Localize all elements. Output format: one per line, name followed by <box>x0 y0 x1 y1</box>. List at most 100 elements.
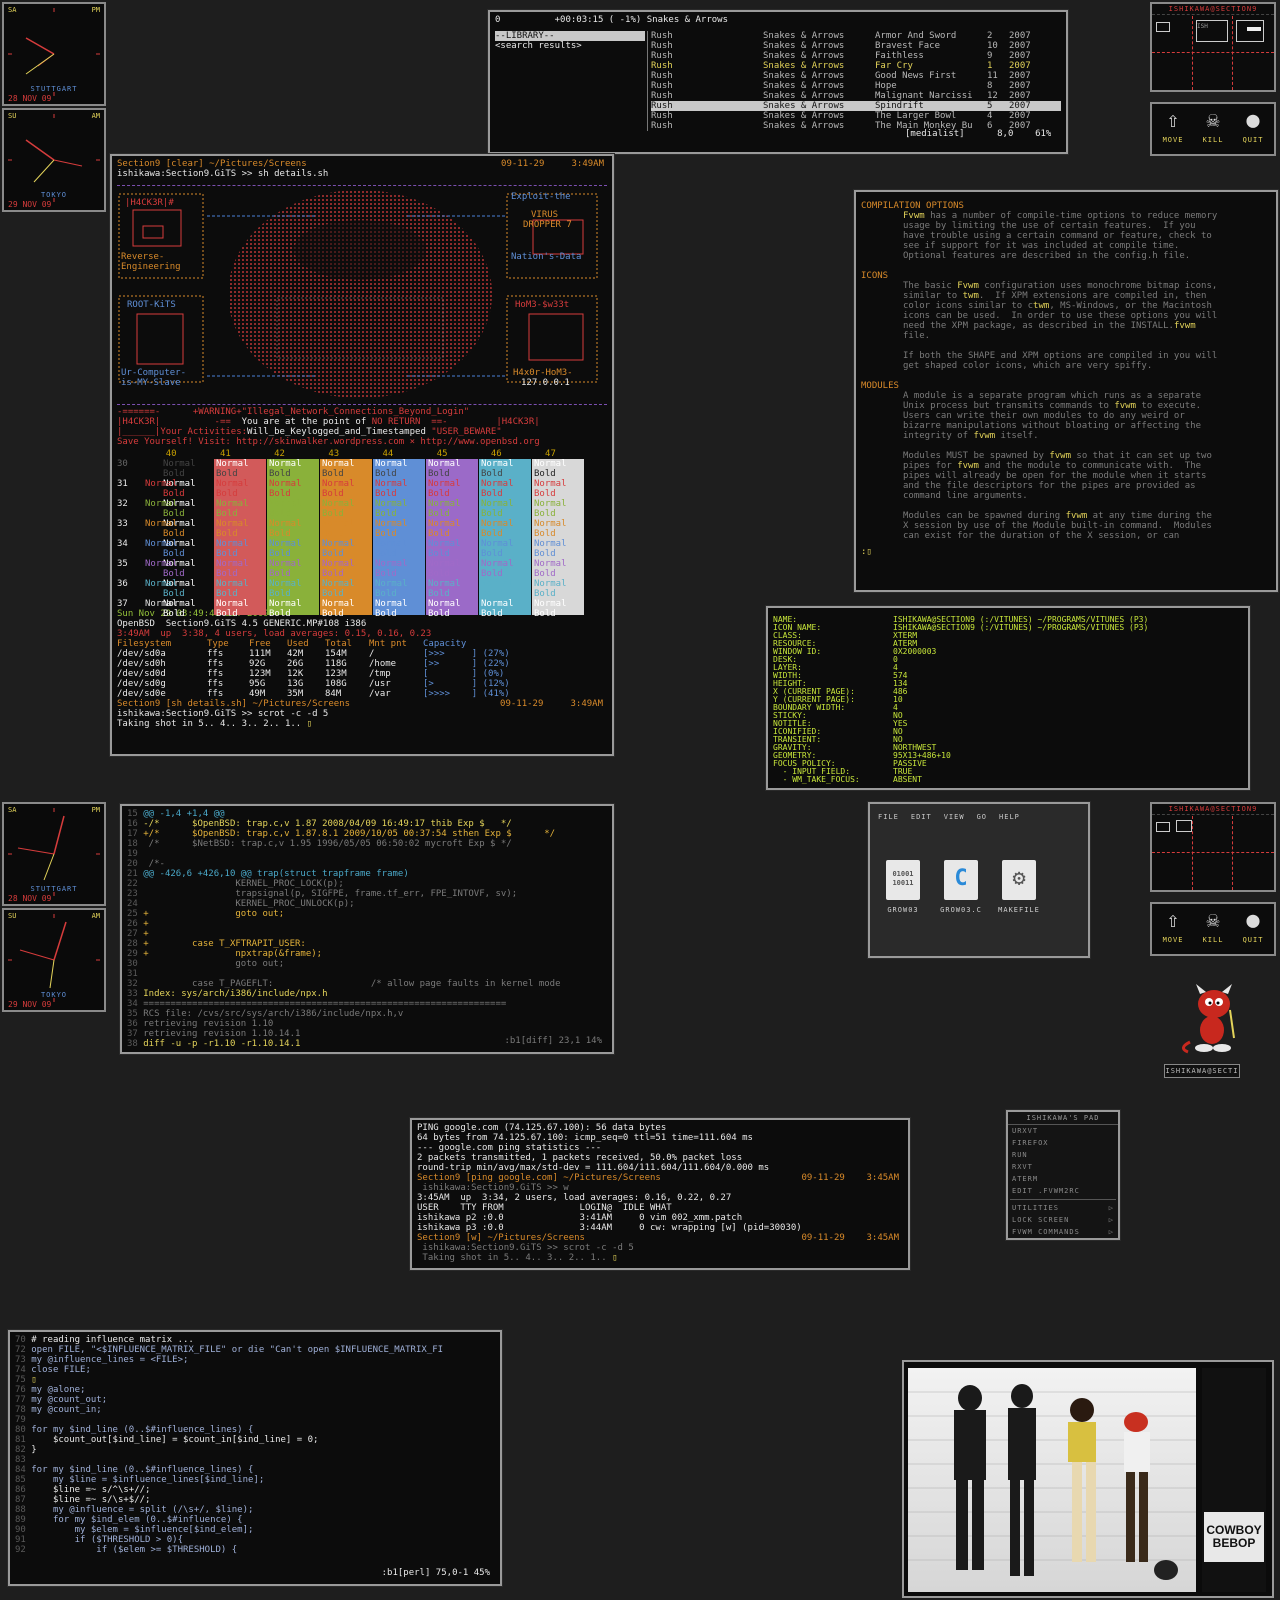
color-cell-bold: Bold <box>428 529 450 539</box>
vim-perl-window[interactable]: 70 # reading influence matrix ... 72 ope… <box>8 1330 502 1586</box>
menu-item[interactable]: EDIT .FVWM2RC <box>1008 1185 1118 1197</box>
track-row[interactable]: Rush Snakes & Arrows Armor And Sword 2 2007 <box>651 31 1061 41</box>
color-table: 40 41 42 43 44 45 46 47 Normal Bold Normal… <box>117 449 607 619</box>
bar-time: 3:45AM <box>866 1233 899 1243</box>
section-body: A module is a separate program which run… <box>861 391 1271 541</box>
box-ur-computer: Ur-Computer- <box>121 368 187 378</box>
bsd-daemon-icon[interactable] <box>1168 982 1258 1058</box>
track-field: Rush <box>651 51 673 61</box>
ident-value: 95X13+486+10 <box>893 752 951 760</box>
file-item[interactable]: 01001 10011 GROW03 <box>876 860 930 914</box>
color-cell-bold: Bold <box>322 569 344 579</box>
man-page-window[interactable]: COMPILATION OPTIONS Fvwm has a number of… <box>854 190 1278 592</box>
music-player-window[interactable]: 0 +00:03:15 ( -1%) Snakes & Arrows --LIB… <box>488 10 1068 154</box>
doc-line: Optional features are described in the c… <box>903 251 1191 261</box>
menu-view[interactable]: VIEW <box>944 813 965 821</box>
ident-key: ICON NAME: <box>773 624 822 632</box>
submenu-item[interactable]: UTILITIES ▷ <box>1008 1202 1118 1214</box>
doc-line: X session by use of the Module built-in … <box>903 521 1212 531</box>
color-cell-normal: Normal <box>375 579 408 589</box>
vim-diff-window[interactable]: 15 @@ -1,4 +1,4 @@ 16 -/* $OpenBSD: trap.… <box>120 804 614 1054</box>
df-cell: Used <box>287 639 309 649</box>
diff-text: goto out; <box>143 959 285 969</box>
warning-line-1: -======- +WARNING+"Illegal_Network_Conne… <box>117 407 470 417</box>
file-item[interactable]: ⚙ MAKEFILE <box>992 860 1046 914</box>
track-row[interactable]: Rush Snakes & Arrows Faithless 9 2007 <box>651 51 1061 61</box>
menu-item[interactable]: RUN <box>1008 1149 1118 1161</box>
color-cell-normal: Normal <box>481 579 514 589</box>
line-number: 32 <box>127 979 144 989</box>
kill-button[interactable]: ☠ KILL <box>1194 106 1232 150</box>
terminal-ping[interactable]: PING google.com (74.125.67.100): 56 data… <box>410 1118 910 1270</box>
ping-line: 64 bytes from 74.125.67.100: icmp_seq=0 … <box>417 1133 753 1143</box>
track-row[interactable]: Rush Snakes & Arrows Bravest Face 10 2007 <box>651 41 1061 51</box>
box-home-sweet: HoM3-$w33t <box>515 300 570 310</box>
menu-file[interactable]: FILE <box>878 813 899 821</box>
color-cell-normal: Normal <box>534 499 567 509</box>
kill-button[interactable]: ☠ KILL <box>1194 906 1232 950</box>
perl-buffer[interactable]: 72 open FILE, "<$INFLUENCE_MATRIX_FILE" … <box>15 1345 495 1555</box>
track-list[interactable]: Rush Snakes & Arrows Armor And Sword 2 2007 R… <box>651 31 1061 131</box>
pager-window[interactable] <box>1156 22 1170 32</box>
warn-beware: "USER_BEWARE" <box>431 427 502 437</box>
color-cell-normal: Normal <box>269 579 302 589</box>
pager-window[interactable]: ISH <box>1196 20 1228 42</box>
library-pane[interactable]: --LIBRARY-- <search results> <box>495 31 645 51</box>
color-cell-bold: Bold <box>216 549 238 559</box>
bar-date: 09-11-29 <box>801 1233 845 1243</box>
pager-window[interactable] <box>1156 822 1170 832</box>
track-field: Armor And Sword <box>875 31 957 41</box>
terminal-details[interactable]: Section9 [clear] ~/Pictures/Screens 09-1… <box>110 154 614 756</box>
pager-window[interactable] <box>1236 20 1264 42</box>
track-row[interactable]: Rush Snakes & Arrows The Larger Bowl 4 2007 <box>651 111 1061 121</box>
menu-item[interactable]: RXVT <box>1008 1161 1118 1173</box>
file-item[interactable]: C GROW03.C <box>934 860 988 914</box>
submenu-item[interactable]: FVWM COMMANDS ▷ <box>1008 1226 1118 1238</box>
desk-pager-2[interactable]: ISHIKAWA@SECTION9 <box>1150 802 1276 892</box>
track-field: Snakes & Arrows <box>763 121 845 131</box>
code-text: $line =~ s/\s+$//; <box>31 1495 151 1505</box>
diff-line: 29 + npxtrap(&frame); <box>127 949 607 959</box>
track-row[interactable]: Rush Snakes & Arrows Far Cry 1 2007 <box>651 61 1061 71</box>
pager-window[interactable] <box>1176 820 1192 832</box>
track-row[interactable]: Rush Snakes & Arrows Hope 8 2007 <box>651 81 1061 91</box>
move-button[interactable]: ⇧ MOVE <box>1154 106 1192 150</box>
menu-edit[interactable]: EDIT <box>911 813 932 821</box>
menu-help[interactable]: HELP <box>999 813 1020 821</box>
submenu-item[interactable]: LOCK SCREEN ▷ <box>1008 1214 1118 1226</box>
library-item[interactable]: <search results> <box>495 41 645 51</box>
color-cell-normal: Normal <box>375 519 408 529</box>
quit-button[interactable]: ● QUIT <box>1234 906 1272 950</box>
file-manager-window[interactable]: FILE EDIT VIEW GO HELP 01001 10011 GROW03 C GRO… <box>868 802 1090 958</box>
track-row[interactable]: Rush Snakes & Arrows Spindrift 5 2007 <box>651 101 1061 111</box>
pager-prompt[interactable]: :▯ <box>861 547 1271 557</box>
library-item[interactable]: --LIBRARY-- <box>495 31 645 41</box>
code-text: my $line = $influence_lines[$ind_line]; <box>31 1475 265 1485</box>
ident-row: NAME: ISHIKAWA@SECTION9 (:/VITUNES) ~/PRO… <box>773 616 1243 624</box>
track-row[interactable]: Rush Snakes & Arrows Good News First 11 2007 <box>651 71 1061 81</box>
doc-line <box>903 441 1271 451</box>
track-field: Snakes & Arrows <box>763 101 845 111</box>
kill-label: KILL <box>1202 136 1224 144</box>
menu-go[interactable]: GO <box>977 813 987 821</box>
color-cell-bold: Bold <box>481 529 503 539</box>
color-cell-normal: Normal <box>322 479 355 489</box>
color-column: Normal Bold Normal Bold Normal Bold Normal Bold… <box>320 459 372 619</box>
df-cell: 35M <box>287 689 304 699</box>
code-text: open FILE, "<$INFLUENCE_MATRIX_FILE" or … <box>31 1345 444 1355</box>
menu-item[interactable]: URXVT <box>1008 1125 1118 1137</box>
quit-button[interactable]: ● QUIT <box>1234 106 1272 150</box>
menu-item[interactable]: FIREFOX <box>1008 1137 1118 1149</box>
track-row[interactable]: Rush Snakes & Arrows Malignant Narcissi 12 2… <box>651 91 1061 101</box>
cursor: ▯ <box>306 719 313 729</box>
fvwm-ident-window[interactable]: NAME: ISHIKAWA@SECTION9 (:/VITUNES) ~/PRO… <box>766 606 1250 790</box>
desk-pager[interactable]: ISHIKAWA@SECTION9 ISH <box>1150 2 1276 92</box>
track-field: 2007 <box>1009 51 1031 61</box>
root-menu[interactable]: ISHIKAWA'S PAD URXVT FIREFOX RUN RXVT ATERM E… <box>1006 1110 1120 1240</box>
diff-buffer[interactable]: 15 @@ -1,4 +1,4 @@ 16 -/* $OpenBSD: trap.… <box>122 806 612 1052</box>
menu-item[interactable]: ATERM <box>1008 1173 1118 1185</box>
code-line: 86 $line =~ s/^\s+//; <box>15 1485 495 1495</box>
move-button[interactable]: ⇧ MOVE <box>1154 906 1192 950</box>
doc-line: file. <box>903 331 931 341</box>
menu-bar[interactable]: FILE EDIT VIEW GO HELP <box>870 804 1088 822</box>
